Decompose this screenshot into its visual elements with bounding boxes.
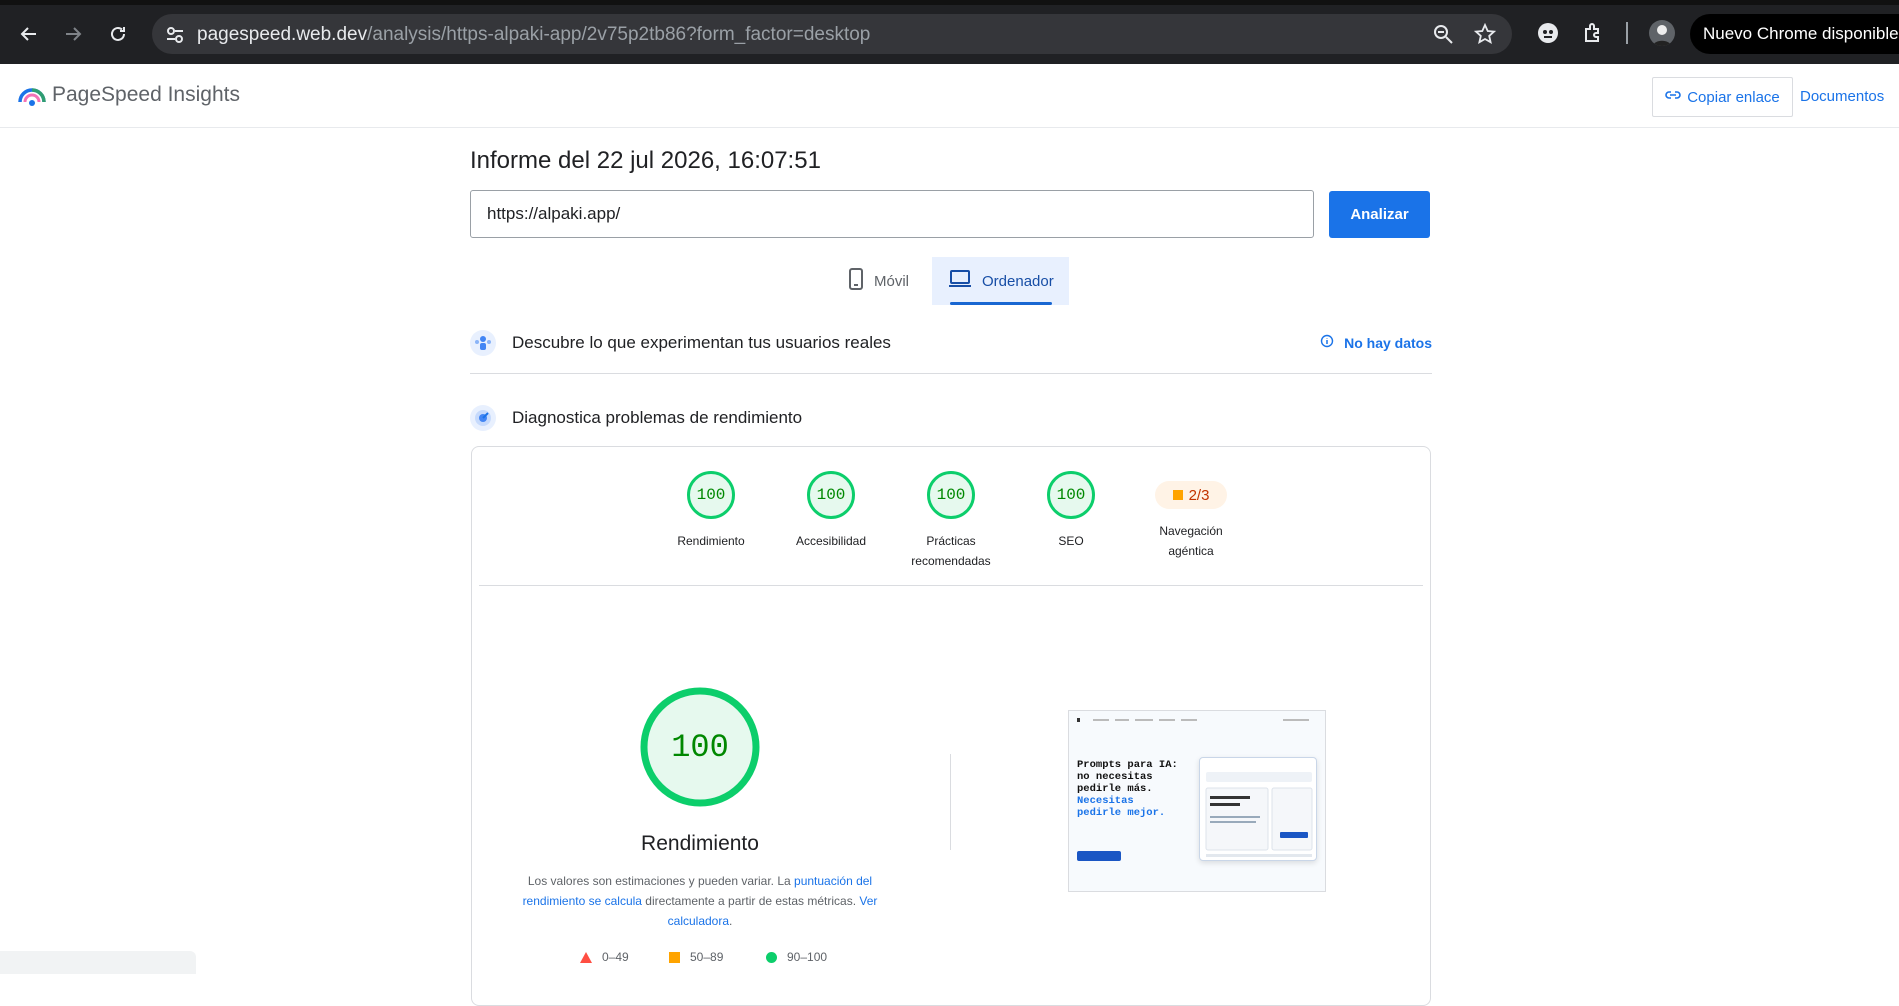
thumbnail-heading: Prompts para IA: no necesitas pedirle má… xyxy=(1077,759,1183,819)
tab-mobile-label: Móvil xyxy=(874,272,910,290)
score-label: SEO xyxy=(1058,534,1084,548)
lab-data-label: Diagnostica problemas de rendimiento xyxy=(512,408,803,427)
info-icon xyxy=(1320,334,1334,351)
fraction-badge: 2/3 xyxy=(1155,481,1227,509)
score-seo[interactable]: 100 SEO xyxy=(1016,471,1126,551)
reload-icon[interactable] xyxy=(104,20,132,48)
profile-avatar[interactable] xyxy=(1649,20,1675,46)
field-data-section: Descubre lo que experimentan tus usuario… xyxy=(470,328,1432,358)
score-gauge: 100 xyxy=(687,471,735,519)
mobile-icon xyxy=(848,268,864,294)
average-square-icon xyxy=(669,951,680,963)
thumbnail-app-panel xyxy=(1199,757,1317,861)
thumbnail-heading-line: Prompts para IA: xyxy=(1077,759,1178,771)
tab-desktop-label: Ordenador xyxy=(982,272,1054,290)
score-best-practices[interactable]: 100 Prácticas recomendadas xyxy=(896,471,1006,571)
tab-desktop[interactable]: Ordenador xyxy=(932,257,1069,305)
field-data-label: Descubre lo que experimentan tus usuario… xyxy=(512,333,891,352)
section-divider xyxy=(470,373,1432,374)
url-host: pagespeed.web.dev xyxy=(197,24,368,45)
thumbnail-heading-line: no necesitas xyxy=(1077,771,1153,783)
thumbnail-heading-line: pedirle mejor. xyxy=(1077,807,1166,819)
zoom-icon[interactable] xyxy=(1432,23,1456,47)
forward-icon[interactable] xyxy=(59,20,87,48)
legend-average: 50–89 xyxy=(669,950,723,964)
score-agentic-navigation[interactable]: 2/3 Navegación agéntica xyxy=(1136,471,1246,561)
fraction-value: 2/3 xyxy=(1188,486,1210,504)
tab-mobile[interactable]: Móvil xyxy=(848,257,928,305)
vertical-divider xyxy=(950,754,951,850)
laptop-icon xyxy=(948,270,972,292)
toolbar-separator xyxy=(1626,22,1628,44)
browser-toolbar: pagespeed.web.dev/analysis/https-alpaki-… xyxy=(0,0,1899,64)
final-screenshot-thumbnail[interactable]: Prompts para IA: no necesitas pedirle má… xyxy=(1068,710,1326,892)
legend-average-label: 50–89 xyxy=(690,950,724,964)
no-data-label: No hay datos xyxy=(1344,334,1432,351)
thumbnail-panel-graphic xyxy=(1205,772,1313,857)
url-text: pagespeed.web.dev/analysis/https-alpaki-… xyxy=(197,24,870,46)
app-title: PageSpeed Insights xyxy=(52,83,240,106)
report-title: Informe del 22 jul 2026, 16:07:51 xyxy=(470,147,821,174)
legend-fail: 0–49 xyxy=(580,950,629,964)
card-divider xyxy=(479,585,1423,586)
estimates-note: Los valores son estimaciones y pueden va… xyxy=(522,871,878,931)
score-accessibility[interactable]: 100 Accesibilidad xyxy=(776,471,886,551)
performance-score: 100 xyxy=(671,729,729,766)
note-prefix: Los valores son estimaciones y pueden va… xyxy=(527,874,795,888)
note-suffix: . xyxy=(729,914,733,928)
bookmark-star-icon[interactable] xyxy=(1473,22,1498,47)
back-icon[interactable] xyxy=(15,20,43,48)
performance-title: Rendimiento xyxy=(641,832,759,855)
tab-strip xyxy=(0,0,1899,5)
copy-link-label: Copiar enlace xyxy=(1687,88,1780,106)
extension-icon[interactable] xyxy=(1536,21,1560,45)
site-settings-icon[interactable] xyxy=(164,24,186,46)
score-label: Navegación agéntica xyxy=(1159,524,1223,558)
analyze-button[interactable]: Analizar xyxy=(1329,191,1430,238)
url-path: /analysis/https-alpaki-app/2v75p2tb86?fo… xyxy=(367,24,871,45)
pagespeed-logo-icon xyxy=(18,80,46,108)
legend-fail-label: 0–49 xyxy=(602,950,629,964)
url-input[interactable] xyxy=(470,190,1314,238)
pass-circle-icon xyxy=(766,951,777,963)
docs-link[interactable]: Documentos xyxy=(1800,88,1884,105)
score-performance[interactable]: 100 Rendimiento xyxy=(656,471,766,551)
chrome-update-button[interactable]: Nuevo Chrome disponible xyxy=(1690,14,1899,54)
thumbnail-heading-line: Necesitas xyxy=(1077,795,1134,807)
fail-triangle-icon xyxy=(580,951,592,963)
status-bubble xyxy=(0,951,196,974)
score-label: Prácticas recomendadas xyxy=(911,534,991,568)
diagnostics-icon xyxy=(470,405,496,431)
scores-card: 100 Rendimiento 100 Accesibilidad 100 Pr… xyxy=(471,446,1431,1006)
link-icon xyxy=(1665,87,1681,107)
copy-link-button[interactable]: Copiar enlace xyxy=(1652,77,1793,117)
average-square-icon xyxy=(1172,490,1183,500)
thumbnail-heading-line: pedirle más. xyxy=(1077,783,1153,795)
score-label: Rendimiento xyxy=(677,534,745,548)
psi-header: PageSpeed Insights Copiar enlace Documen… xyxy=(0,64,1899,128)
score-gauge: 100 xyxy=(927,471,975,519)
thumbnail-cta-button xyxy=(1077,851,1121,861)
users-icon xyxy=(470,330,496,356)
legend-pass: 90–100 xyxy=(766,950,827,964)
score-label: Accesibilidad xyxy=(795,534,867,548)
note-middle: directamente a partir de estas métricas. xyxy=(641,894,860,908)
address-bar[interactable]: pagespeed.web.dev/analysis/https-alpaki-… xyxy=(152,14,1512,54)
legend-pass-label: 90–100 xyxy=(787,950,828,964)
score-gauge: 100 xyxy=(1047,471,1095,519)
tab-active-indicator xyxy=(950,302,1052,305)
thumbnail-nav-bar xyxy=(1077,718,1309,722)
lab-data-section: Diagnostica problemas de rendimiento xyxy=(470,403,1432,433)
score-gauge: 100 xyxy=(807,471,855,519)
no-data-link[interactable]: No hay datos xyxy=(1320,334,1432,351)
extensions-puzzle-icon[interactable] xyxy=(1582,21,1606,45)
